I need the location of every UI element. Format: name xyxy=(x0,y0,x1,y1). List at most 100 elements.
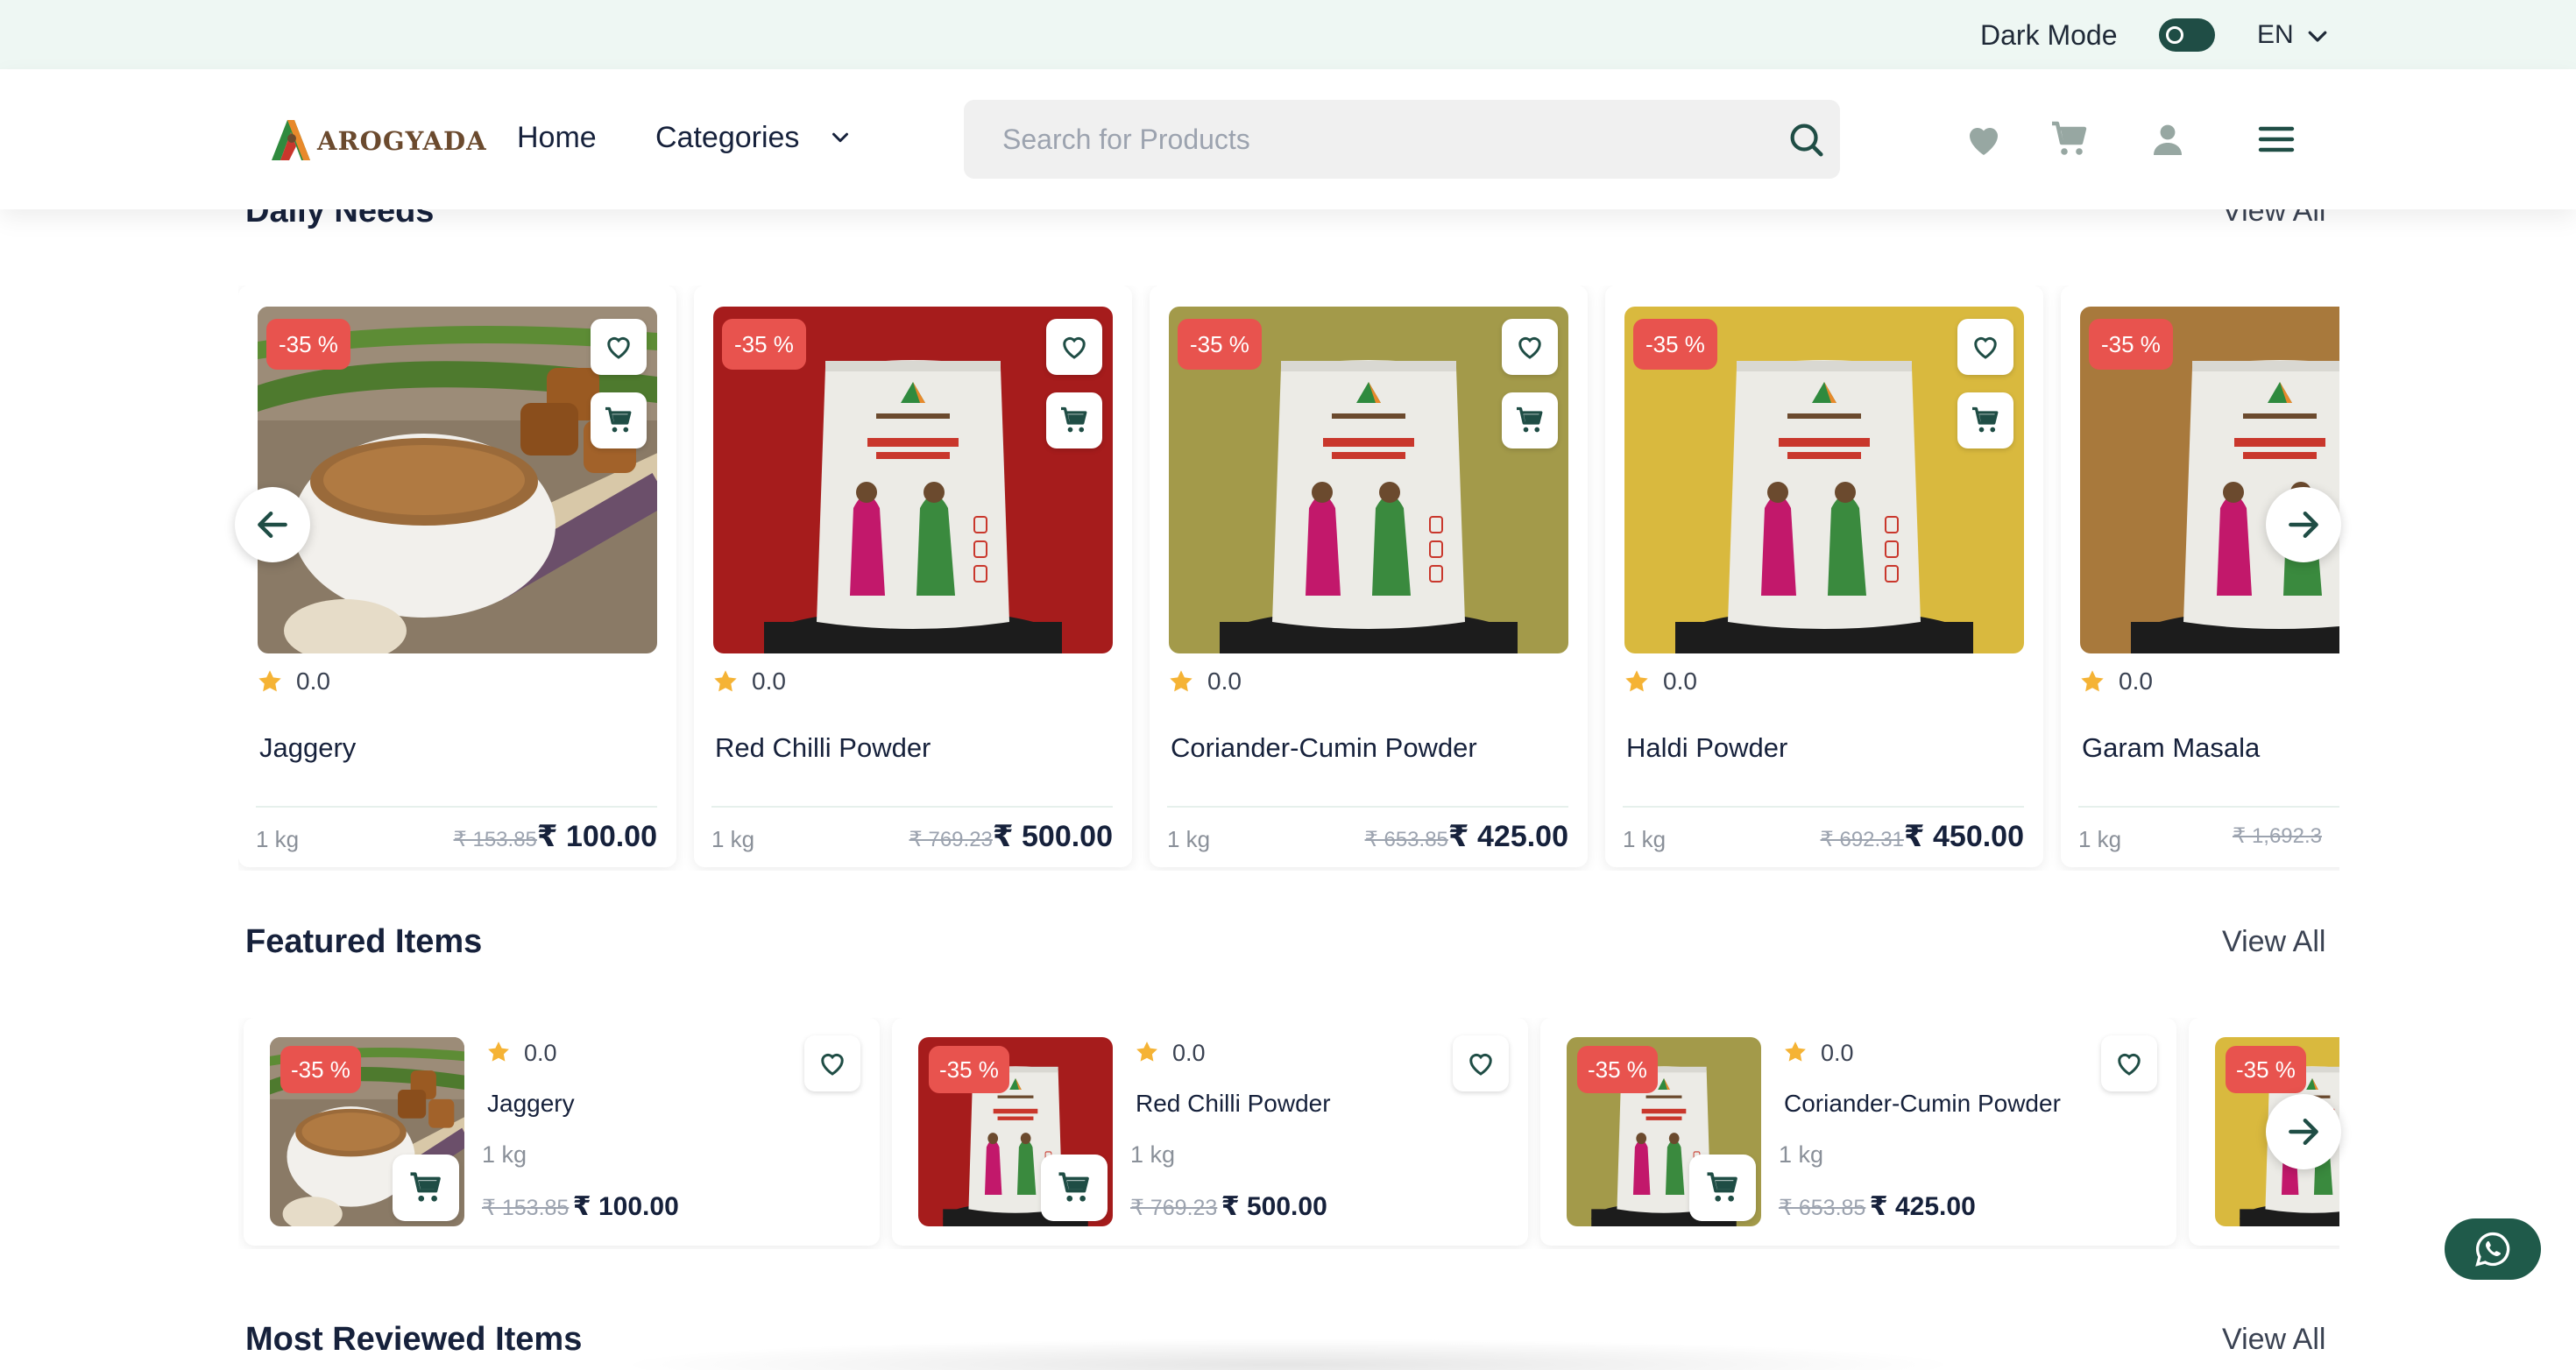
rating: 0.0 xyxy=(1134,1037,1309,1069)
discount-badge: -35 % xyxy=(2226,1046,2306,1093)
featured-card[interactable]: -35 % 0.0 Red Chilli Powder 1 kg ₹ 769.23 ₹ … xyxy=(892,1018,1528,1246)
chevron-down-icon[interactable] xyxy=(827,124,853,151)
carousel-prev-button[interactable] xyxy=(235,487,310,562)
cart-icon xyxy=(605,406,632,433)
price-group: ₹ 769.23₹ 500.00 xyxy=(909,816,1113,863)
discount-badge: -35 % xyxy=(1633,319,1717,370)
add-to-cart-button[interactable] xyxy=(1689,1155,1756,1221)
current-price: ₹ 100.00 xyxy=(536,820,657,853)
add-to-cart-button[interactable] xyxy=(1046,392,1102,448)
wishlist-button[interactable] xyxy=(804,1035,860,1091)
product-name[interactable]: Red Chilli Powder xyxy=(715,731,931,766)
menu-icon[interactable] xyxy=(2255,118,2297,160)
cart-icon xyxy=(410,1172,441,1202)
add-to-cart-button[interactable] xyxy=(1041,1155,1108,1221)
product-unit: 1 kg xyxy=(256,826,300,852)
language-selector[interactable]: EN xyxy=(2257,18,2294,53)
price-group: ₹ 653.85₹ 425.00 xyxy=(1365,816,1568,863)
view-all-featured[interactable]: View All xyxy=(2222,922,2325,962)
old-price: ₹ 153.85 xyxy=(453,828,537,851)
wishlist-button[interactable] xyxy=(2101,1035,2157,1091)
chevron-down-icon[interactable] xyxy=(2304,23,2331,49)
top-bar: Dark Mode EN xyxy=(0,0,2576,69)
star-icon xyxy=(488,1042,509,1062)
product-image[interactable]: -35 % xyxy=(918,1037,1113,1226)
nav-categories-link[interactable]: Categories xyxy=(655,118,799,157)
featured-card[interactable]: -35 % 0.0 Jaggery 1 kg ₹ 153.85 ₹ 100.00 xyxy=(244,1018,880,1246)
dark-mode-label: Dark Mode xyxy=(1980,19,2118,51)
whatsapp-button[interactable] xyxy=(2445,1218,2541,1280)
heart-icon xyxy=(1518,336,1541,359)
star-icon xyxy=(2081,670,2104,692)
user-icon[interactable] xyxy=(2147,118,2189,160)
cart-icon xyxy=(1061,406,1087,433)
featured-carousel: -35 % 0.0 Jaggery 1 kg ₹ 153.85 ₹ 100.00 -35 … xyxy=(238,1018,2339,1249)
section-title-most-reviewed: Most Reviewed Items xyxy=(245,1321,583,1358)
discount-badge: -35 % xyxy=(2089,319,2173,370)
view-all-most-reviewed[interactable]: View All xyxy=(2222,1319,2325,1359)
product-name[interactable]: Coriander-Cumin Powder xyxy=(1784,1088,2061,1119)
old-price: ₹ 692.31 xyxy=(1820,828,1904,851)
product-name[interactable]: Jaggery xyxy=(259,731,356,766)
wishlist-button[interactable] xyxy=(591,319,647,375)
product-unit: 1 kg xyxy=(482,1141,527,1168)
old-price: ₹ 769.23 xyxy=(1130,1196,1218,1220)
daily-needs-carousel: -35 % 0.0 Jaggery 1 kg ₹ 153.85₹ 100.00 -35 %… xyxy=(238,286,2339,871)
carousel-next-button[interactable] xyxy=(2266,487,2341,562)
cart-icon xyxy=(1707,1172,1737,1202)
product-name[interactable]: Jaggery xyxy=(487,1088,575,1119)
cart-icon xyxy=(1517,406,1543,433)
product-card[interactable]: -35 % 0.0 Garam Masala 1 kg ₹ 1,692.3 xyxy=(2061,286,2339,867)
nav-home-link[interactable]: Home xyxy=(517,118,597,157)
discount-badge: -35 % xyxy=(266,319,350,370)
section-title-featured: Featured Items xyxy=(245,923,483,960)
dark-mode-toggle[interactable] xyxy=(2159,18,2215,52)
rating: 0.0 xyxy=(711,666,887,697)
arrow-right-icon xyxy=(2289,1118,2318,1146)
wishlist-button[interactable] xyxy=(1957,319,2013,375)
product-image[interactable]: -35 % xyxy=(1567,1037,1761,1226)
product-image[interactable]: -35 % xyxy=(1624,307,2024,653)
heart-icon[interactable] xyxy=(1963,118,2005,160)
product-image[interactable]: -35 % xyxy=(2080,307,2339,653)
wishlist-button[interactable] xyxy=(1046,319,1102,375)
logo[interactable]: AROGYADA xyxy=(268,115,486,164)
divider xyxy=(711,806,1113,808)
product-card[interactable]: -35 % 0.0 Jaggery 1 kg ₹ 153.85₹ 100.00 xyxy=(238,286,676,867)
current-price: ₹ 500.00 xyxy=(1221,1192,1327,1221)
add-to-cart-button[interactable] xyxy=(591,392,647,448)
add-to-cart-button[interactable] xyxy=(393,1155,459,1221)
product-image[interactable]: -35 % xyxy=(713,307,1113,653)
featured-next-button[interactable] xyxy=(2266,1094,2341,1169)
search-input[interactable] xyxy=(1002,119,1756,159)
search-bar xyxy=(964,100,1840,179)
product-image[interactable]: -35 % xyxy=(258,307,657,653)
discount-badge: -35 % xyxy=(929,1046,1009,1093)
old-price: ₹ 653.85 xyxy=(1779,1196,1866,1220)
product-name[interactable]: Garam Masala xyxy=(2082,731,2260,766)
logo-mark-icon xyxy=(272,120,310,160)
rating-value: 0.0 xyxy=(296,667,330,695)
product-name[interactable]: Red Chilli Powder xyxy=(1136,1088,1331,1119)
current-price: ₹ 425.00 xyxy=(1447,820,1568,853)
product-image[interactable]: -35 % xyxy=(270,1037,464,1226)
product-name[interactable]: Haldi Powder xyxy=(1626,731,1787,766)
wishlist-button[interactable] xyxy=(1502,319,1558,375)
old-price: ₹ 1,692.3 xyxy=(2233,824,2323,848)
featured-card[interactable]: -35 % 0.0 Coriander-Cumin Powder 1 kg ₹ 653.… xyxy=(1540,1018,2176,1246)
product-image[interactable]: -35 % xyxy=(1169,307,1568,653)
product-unit: 1 kg xyxy=(711,826,755,852)
product-card[interactable]: -35 % 0.0 Haldi Powder 1 kg ₹ 692.31₹ 450.00 xyxy=(1605,286,2043,867)
add-to-cart-button[interactable] xyxy=(1957,392,2013,448)
search-icon[interactable] xyxy=(1786,119,1826,159)
product-name[interactable]: Coriander-Cumin Powder xyxy=(1171,731,1477,766)
product-card[interactable]: -35 % 0.0 Coriander-Cumin Powder 1 kg ₹ 653.… xyxy=(1150,286,1588,867)
add-to-cart-button[interactable] xyxy=(1502,392,1558,448)
product-card[interactable]: -35 % 0.0 Red Chilli Powder 1 kg ₹ 769.23₹ 5… xyxy=(694,286,1132,867)
whatsapp-icon xyxy=(2475,1232,2510,1267)
wishlist-button[interactable] xyxy=(1453,1035,1509,1091)
heart-icon xyxy=(1469,1053,1492,1076)
product-unit: 1 kg xyxy=(2078,826,2122,852)
rating-value: 0.0 xyxy=(1821,1040,1854,1066)
cart-icon[interactable] xyxy=(2049,118,2091,160)
